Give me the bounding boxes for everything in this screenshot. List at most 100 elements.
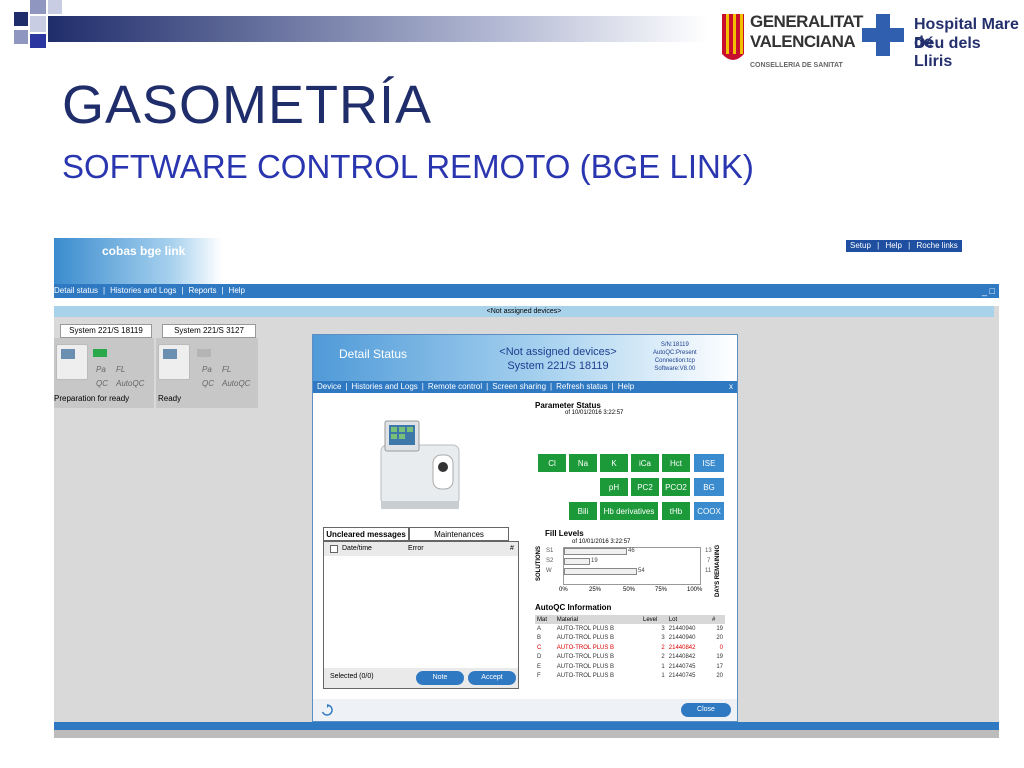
- autoqc-row[interactable]: B AUTO-TROL PLUS B 3 21440940 20: [535, 634, 725, 644]
- close-button[interactable]: Close: [681, 703, 731, 717]
- param-na[interactable]: Na: [568, 453, 598, 473]
- separator: |: [486, 382, 489, 391]
- label-qc: QC: [202, 379, 214, 388]
- solution-w-label: W: [546, 568, 552, 574]
- device-tab-18119[interactable]: System 221/S 18119: [60, 324, 152, 338]
- network-icon: [197, 349, 211, 357]
- top-link-setup[interactable]: Setup: [850, 241, 871, 250]
- info-connection: Connection:tcp: [654, 358, 695, 364]
- tab-uncleared-messages[interactable]: Uncleared messages: [323, 527, 409, 541]
- device-status: Ready: [158, 394, 182, 403]
- cell-material: AUTO-TROL PLUS B: [556, 654, 615, 661]
- menu-help[interactable]: Help: [229, 286, 245, 295]
- autoqc-row[interactable]: C AUTO-TROL PLUS B 2 21440842 0: [535, 643, 725, 653]
- accept-button[interactable]: Accept: [468, 671, 516, 685]
- group-coox[interactable]: COOX: [693, 501, 725, 521]
- cell-lot: 21440745: [668, 663, 696, 670]
- tick-50: 50%: [623, 587, 636, 593]
- menu-help[interactable]: Help: [618, 382, 634, 391]
- select-all-checkbox[interactable]: [330, 545, 338, 553]
- generalitat-logo: GENERALITAT VALENCIANA CONSELLERIA DE SA…: [718, 6, 863, 72]
- deco-square: [48, 0, 62, 14]
- app-menubar: Detail status | Histories and Logs | Reports…: [54, 284, 999, 298]
- info-software: Software:V8.00: [654, 366, 696, 372]
- param-bili[interactable]: Bili: [568, 501, 598, 521]
- autoqc-row[interactable]: A AUTO-TROL PLUS B 3 21440940 19: [535, 624, 725, 634]
- slide: GENERALITAT VALENCIANA CONSELLERIA DE SA…: [0, 0, 1024, 768]
- tab-maintenances[interactable]: Maintenances: [409, 527, 509, 541]
- hospital-line-2: Déu dels Lliris: [914, 35, 981, 70]
- param-thb[interactable]: tHb: [661, 501, 691, 521]
- selected-count: Selected (0/0): [330, 673, 374, 680]
- menu-reports[interactable]: Reports: [188, 286, 216, 295]
- info-autoqc: AutoQC:Present: [653, 350, 697, 356]
- top-link-roche[interactable]: Roche links: [916, 241, 957, 250]
- slide-title: GASOMETRÍA: [62, 75, 433, 135]
- coat-of-arms-icon: [722, 14, 744, 60]
- cell-mat: D: [537, 654, 542, 661]
- autoqc-header-row: Mat Material Level Lot #: [535, 615, 725, 624]
- param-pco2[interactable]: PCO2: [661, 477, 691, 497]
- device-tab-3127[interactable]: System 221/S 3127: [162, 324, 256, 338]
- window-controls[interactable]: _ □: [982, 284, 995, 298]
- menu-remote-control[interactable]: Remote control: [428, 382, 482, 391]
- deco-square: [14, 12, 28, 26]
- param-ph[interactable]: pH: [599, 477, 629, 497]
- label-autoqc: AutoQC: [222, 379, 251, 388]
- autoqc-title: AutoQC Information: [535, 603, 612, 612]
- fill-levels-title: Fill Levels: [545, 529, 584, 538]
- group-ise[interactable]: ISE: [693, 453, 725, 473]
- top-link-help[interactable]: Help: [885, 241, 901, 250]
- deco-square: [30, 16, 46, 32]
- col-count: #: [709, 615, 725, 624]
- menu-detail-status[interactable]: Detail status: [54, 286, 98, 295]
- label-pa: Pa: [202, 365, 212, 374]
- gv-line-1: GENERALITAT: [750, 12, 863, 31]
- cell-material: AUTO-TROL PLUS B: [556, 635, 615, 642]
- device-info: S/N:18119 AutoQC:Present Connection:tcp …: [653, 341, 697, 373]
- autoqc-row[interactable]: D AUTO-TROL PLUS B 2 21440842 19: [535, 653, 725, 663]
- menu-refresh-status[interactable]: Refresh status: [556, 382, 608, 391]
- messages-panel: Date/time Error # Selected (0/0) Note Ac…: [323, 541, 519, 689]
- top-links: Setup | Help | Roche links: [846, 240, 962, 252]
- cell-mat: B: [537, 635, 542, 642]
- autoqc-row[interactable]: F AUTO-TROL PLUS B 1 21440745 20: [535, 672, 725, 682]
- refresh-icon[interactable]: [321, 704, 333, 716]
- cell-count: 17: [716, 663, 723, 670]
- cell-lot: 21440940: [668, 625, 696, 632]
- menu-device[interactable]: Device: [317, 382, 341, 391]
- note-button[interactable]: Note: [416, 671, 464, 685]
- param-hb-derivatives[interactable]: Hb derivatives: [599, 501, 659, 521]
- slide-subtitle: SOFTWARE CONTROL REMOTO (BGE LINK): [62, 148, 754, 185]
- detail-device-line1: <Not assigned devices>: [499, 346, 617, 358]
- close-icon[interactable]: x: [729, 381, 733, 393]
- param-k[interactable]: K: [599, 453, 629, 473]
- messages-footer: Selected (0/0) Note Accept: [324, 668, 518, 688]
- param-ica[interactable]: iCa: [630, 453, 660, 473]
- messages-header: Date/time Error #: [324, 542, 518, 556]
- app-logo: cobas bge link: [54, 238, 222, 284]
- cell-mat: E: [537, 663, 542, 670]
- col-level: Level: [640, 615, 667, 624]
- label-fl: FL: [222, 365, 232, 374]
- separator: |: [908, 241, 911, 250]
- menu-histories-logs[interactable]: Histories and Logs: [352, 382, 418, 391]
- cell-mat: A: [537, 625, 542, 632]
- deco-square: [30, 0, 46, 14]
- param-pc2[interactable]: PC2: [630, 477, 660, 497]
- menu-screen-sharing[interactable]: Screen sharing: [492, 382, 546, 391]
- cell-mat: C: [537, 644, 542, 651]
- separator: |: [877, 241, 880, 250]
- autoqc-row[interactable]: E AUTO-TROL PLUS B 1 21440745 17: [535, 662, 725, 672]
- param-hct[interactable]: Hct: [661, 453, 691, 473]
- col-material: Material: [554, 615, 641, 624]
- col-date: Date/time: [342, 545, 372, 552]
- menu-histories[interactable]: Histories and Logs: [110, 286, 176, 295]
- group-bg[interactable]: BG: [693, 477, 725, 497]
- tick-25: 25%: [589, 587, 602, 593]
- param-cl[interactable]: Cl: [537, 453, 567, 473]
- cell-count: 0: [719, 644, 723, 651]
- tick-75: 75%: [655, 587, 668, 593]
- cell-level: 1: [661, 663, 665, 670]
- solution-s1-label: S1: [546, 548, 554, 554]
